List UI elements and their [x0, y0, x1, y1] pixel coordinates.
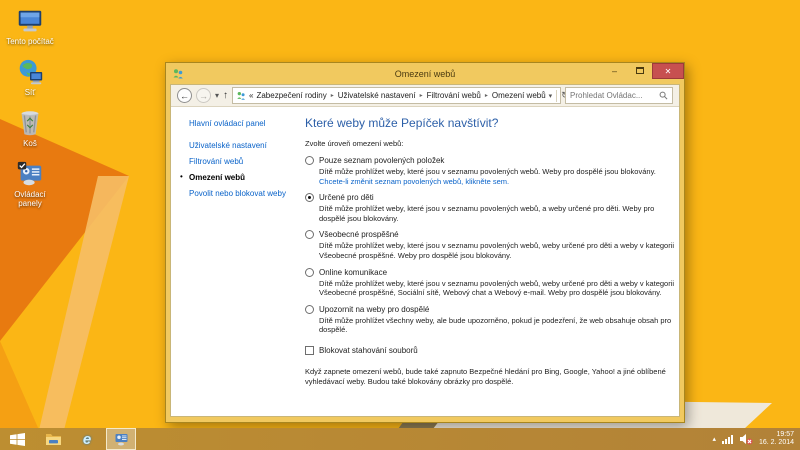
block-downloads-checkbox[interactable]	[305, 345, 314, 355]
radio-child-friendly[interactable]	[305, 193, 314, 203]
block-downloads-row: Blokovat stahování souborů	[305, 345, 677, 355]
breadcrumb-item[interactable]: Filtrování webů	[427, 91, 481, 100]
radio-general-interest[interactable]	[305, 230, 314, 240]
sidebar-item-user-settings[interactable]: Uživatelské nastavení	[189, 141, 303, 150]
intro-text: Zvolte úroveň omezení webů:	[305, 139, 404, 148]
back-button[interactable]: ←	[177, 88, 192, 103]
windows-logo-icon	[9, 432, 25, 446]
volume-muted-icon[interactable]	[739, 433, 753, 445]
sidebar-item-allow-block[interactable]: Povolit nebo blokovat weby	[189, 189, 303, 198]
desktop-icon-label: Síť	[24, 88, 36, 97]
desktop-icon-label: Ovládací panely	[14, 190, 46, 208]
maximize-button[interactable]	[627, 63, 652, 78]
option-description: Dítě může prohlížet weby, které jsou v s…	[319, 204, 655, 223]
control-panel-icon	[115, 433, 127, 445]
radio-online-communication[interactable]	[305, 267, 314, 277]
option-online-communication: Online komunikace Dítě může prohlížet we…	[305, 267, 677, 298]
option-description: Dítě může prohlížet weby, které jsou v s…	[319, 278, 675, 298]
network-signal-icon[interactable]	[721, 434, 733, 444]
option-label[interactable]: Určené pro děti	[319, 193, 374, 202]
taskbar-clock[interactable]: 19:57 16. 2. 2014	[759, 431, 794, 447]
desktop-icon-network[interactable]: Síť	[2, 57, 58, 97]
taskbar-control-panel-active[interactable]	[106, 428, 136, 450]
desktop-icon-recycle-bin[interactable]: Koš	[2, 108, 58, 148]
breadcrumb-separator-icon: ▸	[419, 93, 423, 99]
breadcrumb-item[interactable]: Zabezpečení rodiny	[256, 91, 326, 100]
option-label[interactable]: Pouze seznam povolených položek	[319, 156, 444, 165]
taskbar-internet-explorer[interactable]: e	[72, 428, 102, 450]
sidebar-item-web-filtering[interactable]: Filtrování webů	[189, 157, 303, 166]
close-button[interactable]: ✕	[652, 63, 684, 79]
forward-button[interactable]: →	[196, 88, 211, 103]
breadcrumb-separator-icon: ▸	[484, 93, 488, 99]
clock-date: 16. 2. 2014	[758, 439, 794, 446]
minimize-button[interactable]: –	[602, 63, 627, 78]
address-dropdown-icon[interactable]: ▾	[549, 92, 553, 100]
sidebar: Hlavní ovládací panel Uživatelské nastav…	[171, 107, 303, 416]
desktop-icon-label: Tento počítač	[6, 37, 54, 46]
desktop: Tento počítač Síť Koš Ovládací panely Om…	[0, 0, 800, 450]
search-input[interactable]	[570, 91, 656, 100]
tray-overflow-icon[interactable]: ▴	[712, 435, 716, 443]
titlebar[interactable]: Omezení webů – ✕	[166, 63, 684, 84]
file-explorer-icon	[45, 434, 61, 445]
breadcrumb-separator-icon: ▸	[330, 93, 334, 99]
current-page-bullet-icon: •	[180, 172, 183, 181]
option-description: Dítě může prohlížet weby, které jsou v s…	[319, 167, 656, 176]
checkbox-label[interactable]: Blokovat stahování souborů	[319, 346, 418, 355]
sidebar-item-home[interactable]: Hlavní ovládací panel	[189, 119, 303, 128]
breadcrumb-item[interactable]: Uživatelské nastavení	[338, 91, 416, 100]
divider	[556, 89, 558, 102]
control-panel-window: Omezení webů – ✕ ← → ▾ ↑ « Zabezpečení r…	[165, 62, 685, 423]
caption-buttons: – ✕	[602, 63, 684, 84]
option-child-friendly: Určené pro děti Dítě může prohlížet weby…	[305, 193, 677, 223]
edit-allow-list-link[interactable]: Chcete-li změnit seznam povolených webů,…	[319, 177, 677, 187]
family-safety-icon	[237, 91, 246, 100]
option-allow-list: Pouze seznam povolených položek Dítě můž…	[305, 156, 677, 186]
window-body: ← → ▾ ↑ « Zabezpečení rodiny ▸ Uživatels…	[170, 84, 680, 417]
option-description: Dítě může prohlížet všechny weby, ale bu…	[319, 315, 672, 335]
breadcrumb-item[interactable]: Omezení webů	[492, 91, 546, 100]
system-tray: ▴ 19:57 16. 2. 2014	[712, 431, 800, 447]
search-box[interactable]	[565, 87, 673, 104]
option-label[interactable]: Všeobecné prospěšné	[319, 230, 399, 239]
start-button[interactable]	[0, 428, 34, 450]
up-button[interactable]: ↑	[223, 90, 228, 101]
option-description: Dítě může prohlížet weby, které jsou v s…	[319, 241, 675, 260]
internet-explorer-icon: e	[82, 430, 92, 448]
computer-icon	[18, 10, 42, 32]
desktop-icon-this-pc[interactable]: Tento počítač	[2, 6, 58, 46]
safe-search-note: Když zapnete omezení webů, bude také zap…	[305, 366, 666, 386]
navigation-bar: ← → ▾ ↑ « Zabezpečení rodiny ▸ Uživatels…	[171, 85, 679, 107]
breadcrumb-prefix: «	[249, 91, 254, 100]
network-icon	[19, 59, 43, 85]
clock-time: 19:57	[776, 431, 794, 438]
desktop-icon-list: Tento počítač Síť Koš Ovládací panely	[2, 6, 58, 208]
sidebar-item-web-restrictions-current: • Omezení webů	[180, 172, 246, 182]
option-label[interactable]: Online komunikace	[319, 268, 387, 277]
radio-allow-list[interactable]	[305, 156, 314, 165]
recycle-bin-icon	[21, 111, 39, 136]
page-title: Které weby může Pepíček navštívit?	[305, 116, 499, 130]
window-content: Hlavní ovládací panel Uživatelské nastav…	[171, 107, 679, 416]
taskbar-file-explorer[interactable]	[38, 428, 68, 450]
desktop-icon-control-panel[interactable]: Ovládací panely	[2, 159, 58, 208]
search-icon	[659, 91, 668, 100]
option-label[interactable]: Upozornit na weby pro dospělé	[319, 305, 429, 314]
desktop-icon-label: Koš	[23, 139, 37, 148]
maximize-icon	[635, 67, 644, 74]
option-general-interest: Všeobecné prospěšné Dítě může prohlížet …	[305, 230, 677, 260]
option-warn-adult: Upozornit na weby pro dospělé Dítě může …	[305, 304, 677, 335]
control-panel-icon	[17, 161, 42, 186]
main-pane: Které weby může Pepíček navštívit? Zvolt…	[303, 107, 679, 416]
radio-warn-adult[interactable]	[305, 304, 314, 314]
taskbar: e ▴ 19:57 16. 2. 2014	[0, 428, 800, 450]
address-bar[interactable]: « Zabezpečení rodiny ▸ Uživatelské nasta…	[232, 87, 569, 104]
recent-pages-dropdown[interactable]: ▾	[215, 91, 219, 100]
